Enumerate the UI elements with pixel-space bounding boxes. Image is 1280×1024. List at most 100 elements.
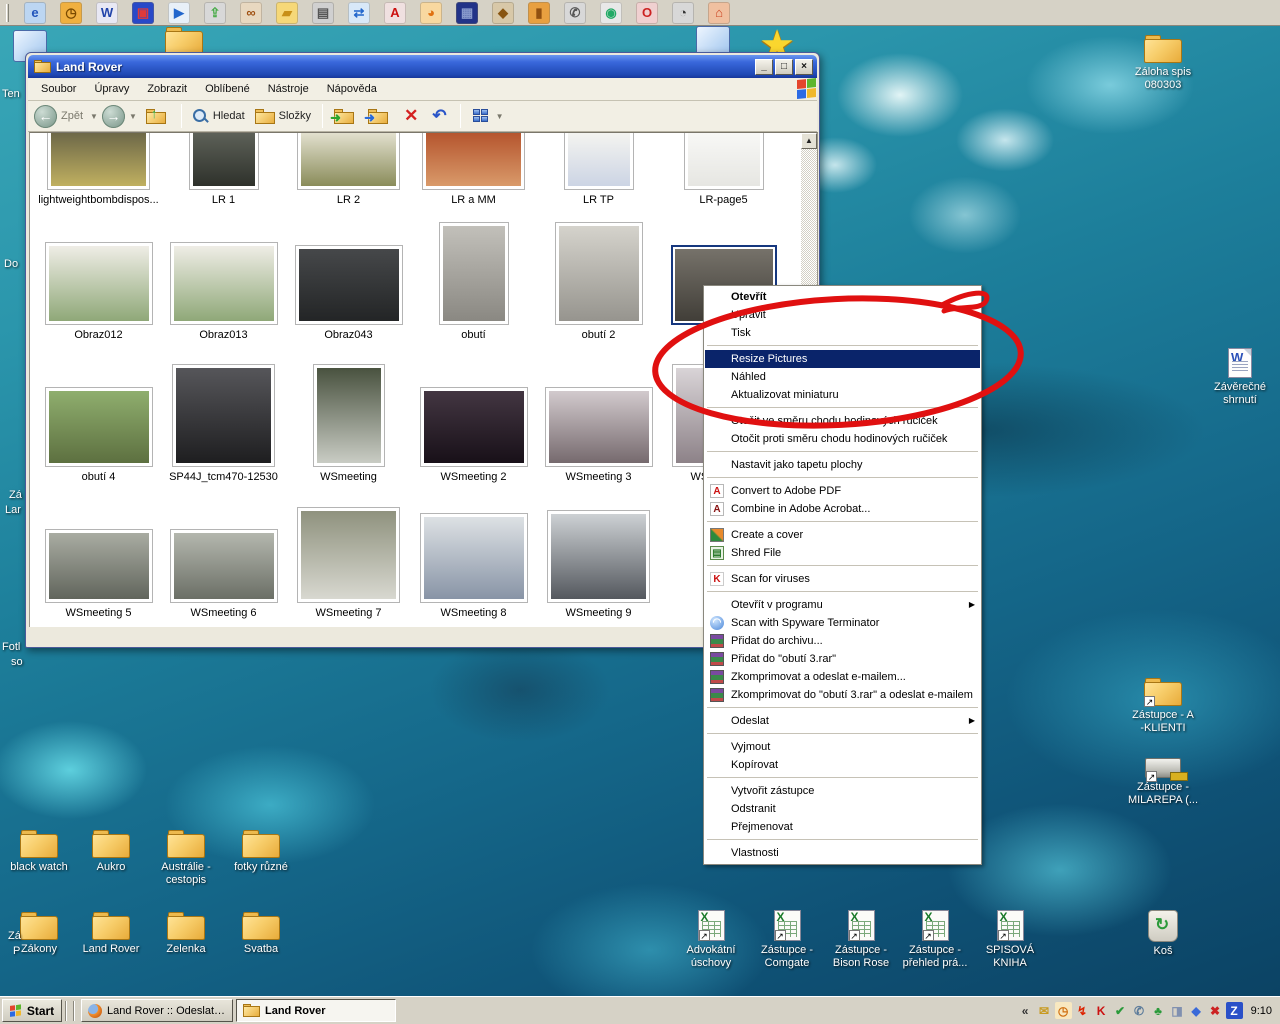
start-button[interactable]: Start [2, 999, 62, 1022]
context-menu-item[interactable]: Shred File▤ [705, 544, 980, 562]
desktop-excel-shortcut-4[interactable]: ↗Zástupce - přehled prá... [894, 910, 976, 970]
opera-icon[interactable]: O [636, 2, 658, 24]
glasses-icon[interactable]: ∞ [240, 2, 262, 24]
taskbar-button[interactable]: Land Rover [236, 999, 396, 1022]
file-thumbnail-item[interactable]: WSmeeting 7 [286, 510, 411, 619]
thumbnail-image[interactable] [189, 132, 259, 190]
thumbnail-image[interactable] [47, 132, 150, 190]
z-icon[interactable]: Z [1226, 1002, 1243, 1019]
file-thumbnail-item[interactable]: obutí [411, 228, 536, 341]
desktop-icon-zastupce-milarepa[interactable]: ↗Zástupce - MILAREPA (... [1119, 750, 1207, 807]
briefcase-icon[interactable]: ▮ [528, 2, 550, 24]
views-button[interactable] [473, 109, 490, 124]
views-dropdown-icon[interactable]: ▼ [496, 112, 504, 121]
desktop-icon-zastupce-a-klienti[interactable]: ↗Zástupce - A -KLIENTI [1119, 678, 1207, 735]
desktop-excel-shortcut-1[interactable]: ↗Advokátní úschovy [670, 910, 752, 970]
menu-oblibene[interactable]: Oblíbené [196, 80, 259, 98]
context-menu-item[interactable]: Otočit ve směru chodu hodinových ručiček [705, 412, 980, 430]
desktop-folder-1[interactable]: black watch [0, 830, 78, 874]
context-menu-item[interactable]: Zkomprimovat do "obutí 3.rar" a odeslat … [705, 686, 980, 704]
file-thumbnail-item[interactable]: LR-page5 [661, 135, 786, 206]
mv2-clock-icon[interactable]: ◔ [672, 2, 694, 24]
thumbnail-image[interactable] [45, 529, 153, 603]
context-menu-item[interactable]: Vytvořit zástupce [705, 782, 980, 800]
thumbnail-image[interactable] [297, 132, 400, 190]
context-menu-item[interactable]: Vlastnosti [705, 844, 980, 862]
network-error-icon[interactable]: ✖ [1207, 1002, 1224, 1019]
menu-napoveda[interactable]: Nápověda [318, 80, 386, 98]
window-titlebar[interactable]: Land Rover _ □ × [28, 55, 817, 78]
phone-icon[interactable]: ✆ [564, 2, 586, 24]
minimize-button[interactable]: _ [755, 59, 773, 75]
context-menu-item[interactable]: Odeslat▶ [705, 712, 980, 730]
forward-button[interactable]: → [102, 105, 125, 128]
desktop-excel-shortcut-5[interactable]: ↗SPISOVÁ KNIHA [969, 910, 1051, 970]
context-menu-item[interactable]: Resize Pictures [705, 350, 980, 368]
network-signal-icon[interactable]: ◨ [1169, 1002, 1186, 1019]
thumbnail-image[interactable] [45, 242, 153, 325]
file-thumbnail-item[interactable]: WSmeeting 2 [411, 370, 536, 483]
context-menu-item[interactable]: Otočit proti směru chodu hodinových ruči… [705, 430, 980, 448]
context-menu-item[interactable]: Aktualizovat miniaturu [705, 386, 980, 404]
desktop-excel-shortcut-2[interactable]: ↗Zástupce - Comgate [746, 910, 828, 970]
cd-icon[interactable]: ◉ [600, 2, 622, 24]
context-menu-item[interactable]: Convert to Adobe PDFA [705, 482, 980, 500]
clock-tray-icon[interactable]: ◷ [1055, 1002, 1072, 1019]
context-menu-item[interactable]: Combine in Adobe Acrobat...A [705, 500, 980, 518]
context-menu-item[interactable]: Přidat do "obutí 3.rar" [705, 650, 980, 668]
file-thumbnail-item[interactable]: LR TP [536, 135, 661, 206]
thumbnail-image[interactable] [295, 245, 403, 325]
thumbnail-image[interactable] [684, 132, 764, 190]
thumbnail-image[interactable] [297, 507, 400, 603]
file-thumbnail-item[interactable]: WSmeeting 8 [411, 510, 536, 619]
context-menu-item[interactable]: Nastavit jako tapetu plochy [705, 456, 980, 474]
desktop-folder-7[interactable]: Zelenka [147, 912, 225, 956]
desktop-folder-2[interactable]: Aukro [72, 830, 150, 874]
back-dropdown-icon[interactable]: ▼ [90, 112, 98, 121]
desktop-folder-8[interactable]: Svatba [222, 912, 300, 956]
acrobat-icon[interactable]: A [384, 2, 406, 24]
file-thumbnail-item[interactable]: LR 1 [161, 135, 286, 206]
menu-nastroje[interactable]: Nástroje [259, 80, 318, 98]
desktop-folder-4[interactable]: fotky různé [222, 830, 300, 874]
search-button[interactable]: Hledat [188, 107, 250, 126]
taskbar-button[interactable]: Land Rover :: Odeslat o... [81, 999, 233, 1022]
desktop-icon-zaloha-spis[interactable]: Záloha spis 080303 [1119, 35, 1207, 92]
thumbnail-image[interactable] [439, 222, 509, 325]
file-thumbnail-item[interactable]: WSmeeting 9 [536, 510, 661, 619]
file-thumbnail-item[interactable]: SP44J_tcm470-12530 [161, 370, 286, 483]
lightning-icon[interactable]: ↯ [1074, 1002, 1091, 1019]
context-menu-item[interactable]: Zkomprimovat a odeslat e-mailem... [705, 668, 980, 686]
kaspersky-icon[interactable]: K [1093, 1002, 1110, 1019]
close-button[interactable]: × [795, 59, 813, 75]
context-menu-item[interactable]: Upravit [705, 306, 980, 324]
shield-icon[interactable]: ◆ [492, 2, 514, 24]
context-menu-item[interactable]: Vyjmout [705, 738, 980, 756]
menu-soubor[interactable]: Soubor [32, 80, 85, 98]
file-thumbnail-item[interactable]: WSmeeting 6 [161, 510, 286, 619]
file-thumbnail-item[interactable]: WSmeeting 3 [536, 370, 661, 483]
file-thumbnail-item[interactable]: WSmeeting 5 [36, 510, 161, 619]
media-player-icon[interactable]: ▶ [168, 2, 190, 24]
desktop-icon-partial-folder[interactable] [148, 27, 220, 55]
thumbnail-image[interactable] [555, 222, 643, 325]
thumbnail-image[interactable] [420, 513, 528, 603]
thumbnail-image[interactable] [170, 242, 278, 325]
file-thumbnail-item[interactable]: Obraz043 [286, 228, 411, 341]
desktop-excel-shortcut-3[interactable]: ↗Zástupce - Bison Rose [820, 910, 902, 970]
file-thumbnail-item[interactable]: WSmeeting [286, 370, 411, 483]
thumbnail-image[interactable] [45, 387, 153, 467]
save-floppy-icon[interactable]: ▣ [132, 2, 154, 24]
move-to-button[interactable]: ➜ [329, 107, 363, 126]
thumbnail-image[interactable] [172, 364, 275, 467]
context-menu-item[interactable]: Otevřít [705, 288, 980, 306]
firefox-icon[interactable]: ◕ [420, 2, 442, 24]
context-menu-item[interactable]: Tisk [705, 324, 980, 342]
file-thumbnail-item[interactable]: obutí 4 [36, 370, 161, 483]
thumbnail-image[interactable] [564, 132, 634, 190]
delete-button[interactable]: ✕ [404, 106, 418, 126]
ie-icon[interactable]: e [24, 2, 46, 24]
context-menu-item[interactable]: Přejmenovat [705, 818, 980, 836]
usb-device-icon[interactable]: ⇪ [204, 2, 226, 24]
forward-dropdown-icon[interactable]: ▼ [129, 112, 137, 121]
